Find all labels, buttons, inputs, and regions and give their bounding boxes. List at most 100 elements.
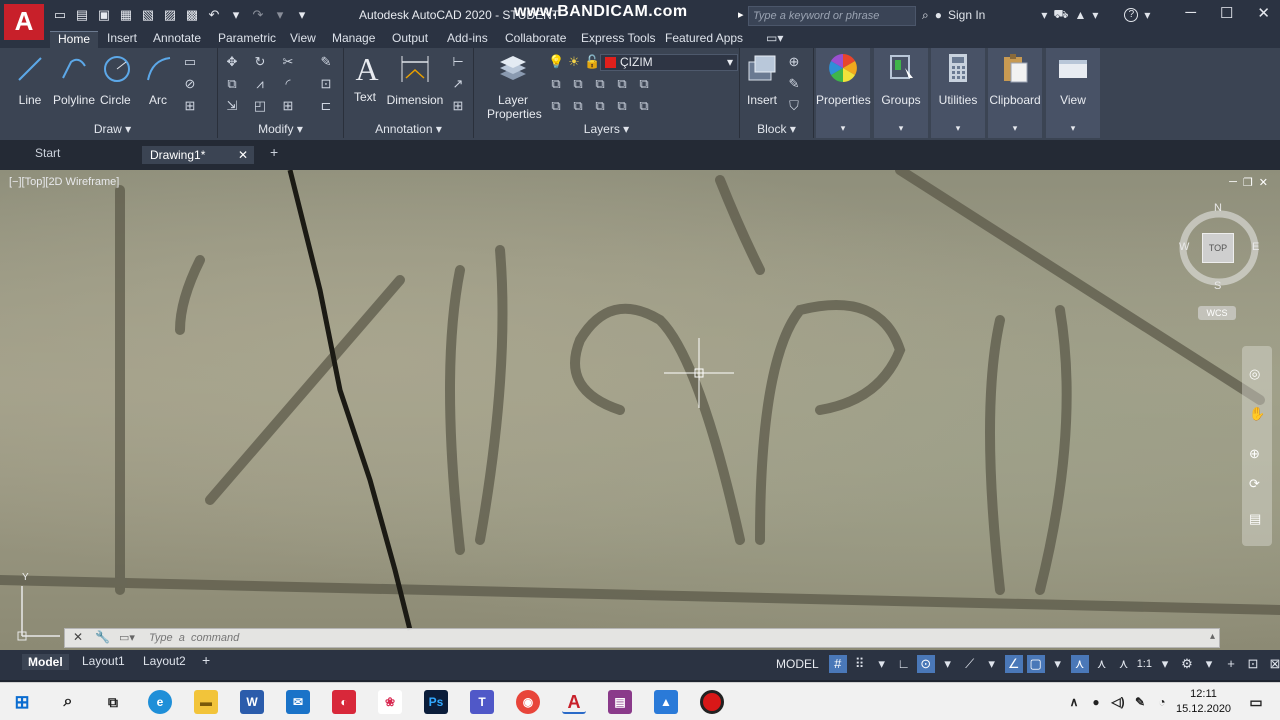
explode-icon[interactable]: ⊡ [318,76,334,92]
open-icon[interactable]: ▤ [74,6,90,24]
polyline-button[interactable]: Polyline [48,52,100,107]
layer-tool-icon-5[interactable]: ⧉ [636,76,652,92]
rectangle-icon[interactable]: ▭ [182,54,198,70]
units-icon[interactable]: ⊡ [1244,655,1262,673]
insert-button[interactable]: Insert [742,52,782,107]
showmotion-icon[interactable]: ▤ [1249,511,1261,527]
annotation-scale-value[interactable]: 1:1 [1137,658,1152,670]
isolate-objects-icon[interactable]: ⊠ [1266,655,1280,673]
start-tab[interactable]: Start [35,146,60,164]
table-icon[interactable]: ⊞ [182,98,198,114]
tab-insert[interactable]: Insert [99,31,145,48]
block-attribute-icon[interactable]: ⛉ [786,98,802,114]
bandicam-icon[interactable] [700,690,724,714]
layer-tool-icon-2[interactable]: ⧉ [570,76,586,92]
maximize-icon[interactable]: ☐ [1220,4,1233,22]
undo-icon[interactable]: ↶ [206,6,222,24]
grid-icon[interactable]: # [828,655,847,673]
mail-icon[interactable]: ✉ [286,690,310,714]
copy-icon[interactable]: ⧉ [224,76,240,92]
application-menu-button[interactable]: A [4,4,44,40]
image-viewer-icon[interactable]: ▲ [654,690,678,714]
annotation-table-icon[interactable]: ⊞ [450,98,466,114]
save-web-icon[interactable]: ▨ [162,6,178,24]
help-dropdown-icon[interactable]: ▾ [1144,8,1150,22]
new-icon[interactable]: ▭ [52,6,68,24]
auto-scale-icon[interactable]: ⋏ [1093,655,1111,673]
erase-icon[interactable]: ✎ [318,54,334,70]
system-clock[interactable]: 12:11 15.12.2020 [1176,687,1231,717]
modify-panel-title[interactable]: Modify ▾ [218,122,343,136]
viewport-controls-label[interactable]: [−][Top][2D Wireframe] [9,176,119,188]
photoshop-icon[interactable]: Ps [424,690,448,714]
dimension-button[interactable]: Dimension [386,52,444,107]
user-icon[interactable]: ● [935,8,942,22]
open-web-icon[interactable]: ▧ [140,6,156,24]
layout-tab-layout2[interactable]: Layout2 [143,654,186,668]
autocad-taskbar-icon[interactable]: A [562,690,586,714]
layer-tool-icon-7[interactable]: ⧉ [570,98,586,114]
viewcube[interactable]: N S E W TOP WCS [1176,200,1266,320]
workspace-gear-icon[interactable]: ⚙ [1178,655,1196,673]
osnap-dropdown-icon[interactable]: ▾ [1049,655,1067,673]
word-icon[interactable]: W [240,690,264,714]
clipboard-button[interactable]: Clipboard ▾ [988,48,1042,138]
polar-dropdown-icon[interactable]: ▾ [939,655,957,673]
tab-home[interactable]: Home [50,31,99,48]
compass-s[interactable]: S [1214,280,1221,292]
network-icon[interactable]: ◔ [1150,690,1174,714]
layer-tool-icon-6[interactable]: ⧉ [548,98,564,114]
close-command-line-icon[interactable]: ✕ [73,630,83,644]
draw-panel-title[interactable]: Draw ▾ [8,122,217,136]
scale-dropdown-icon[interactable]: ▾ [1156,655,1174,673]
viewcube-top-face[interactable]: TOP [1202,233,1234,263]
groups-button[interactable]: Groups ▾ [874,48,928,138]
layer-tool-icon-10[interactable]: ⧉ [636,98,652,114]
notification-center-icon[interactable]: ▭ [1244,690,1268,714]
text-button[interactable]: A Text [350,52,380,104]
photos-app-icon[interactable]: ❀ [378,690,402,714]
array-icon[interactable]: ⊞ [280,98,296,114]
snap-dropdown-icon[interactable]: ▾ [873,655,891,673]
search-icon[interactable]: ⌕ [56,690,80,714]
chrome-icon[interactable]: ◉ [516,690,540,714]
windows-start-icon[interactable]: ⊞ [10,690,34,714]
iso-dropdown-icon[interactable]: ▾ [983,655,1001,673]
cart-icon[interactable]: ⛟ [1053,7,1068,23]
snap-icon[interactable]: ⠿ [851,655,869,673]
wcs-menu[interactable]: WCS [1198,306,1236,320]
drawing-viewport[interactable]: [−][Top][2D Wireframe] ─ ❐ ✕ Y [0,170,1280,650]
viewport-minimize-icon[interactable]: ─ [1229,176,1237,189]
redo-dropdown-icon[interactable]: ▾ [272,6,288,24]
ribbon-minimize-icon[interactable]: ▭▾ [758,31,791,48]
layer-tool-icon-1[interactable]: ⧉ [548,76,564,92]
customize-wrench-icon[interactable]: 🔧 [95,630,110,644]
offset-icon[interactable]: ⊏ [318,98,334,114]
search-input[interactable]: Type a keyword or phrase [748,6,916,26]
plot-icon[interactable]: ▩ [184,6,200,24]
linear-dim-icon[interactable]: ⊢ [450,54,466,70]
view-panel-button[interactable]: View ▾ [1046,48,1100,138]
new-tab-button[interactable]: + [270,144,278,162]
task-view-icon[interactable]: ⧉ [101,690,125,714]
layer-tool-icon-3[interactable]: ⧉ [592,76,608,92]
redo-icon[interactable]: ↷ [250,6,266,24]
leader-icon[interactable]: ↗ [450,76,466,92]
tab-express-tools[interactable]: Express Tools [573,31,663,48]
file-explorer-icon[interactable]: ▬ [194,690,218,714]
layer-tool-icon-8[interactable]: ⧉ [592,98,608,114]
model-space-button[interactable]: MODEL [776,657,819,671]
pen-icon[interactable]: ✎ [1128,690,1152,714]
viewport-close-icon[interactable]: ✕ [1259,176,1268,189]
tab-view[interactable]: View [282,31,324,48]
tab-addins[interactable]: Add-ins [439,31,496,48]
properties-button[interactable]: Properties ▾ [816,48,871,138]
polar-icon[interactable]: ⊙ [916,655,935,673]
mirror-icon[interactable]: ⩘ [252,76,268,92]
layer-properties-button[interactable]: Layer Properties [484,52,542,121]
zoom-extents-icon[interactable]: ⊕ [1249,446,1260,462]
compass-e[interactable]: E [1252,241,1259,253]
command-input[interactable] [149,631,1149,645]
move-icon[interactable]: ✥ [224,54,240,70]
layer-on-icon[interactable]: 💡 [548,54,564,70]
